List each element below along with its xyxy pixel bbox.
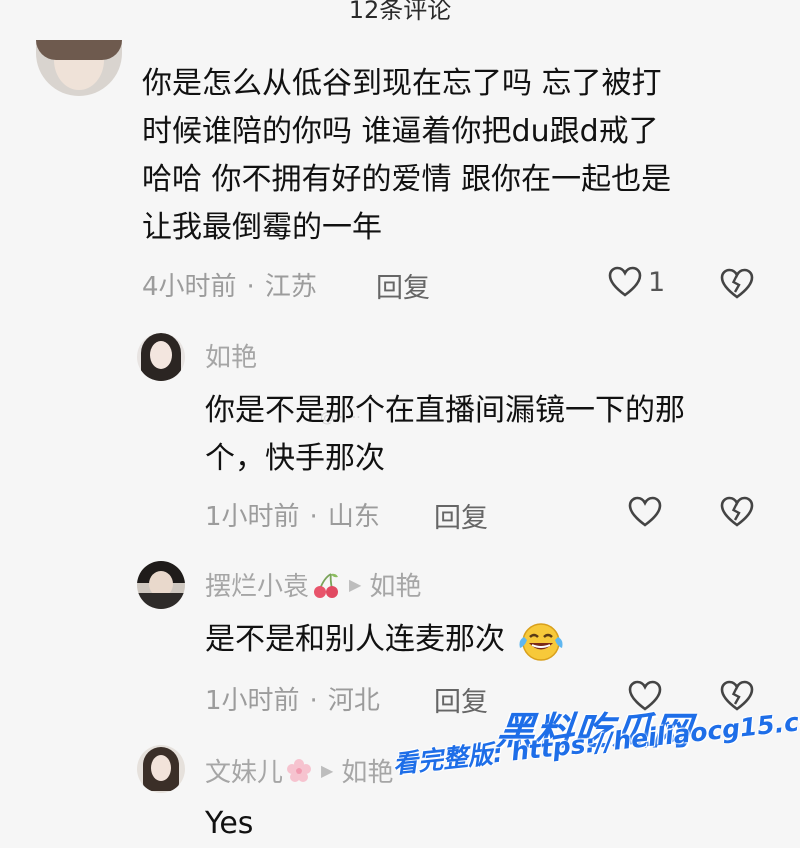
avatar[interactable] [137, 333, 185, 381]
avatar[interactable] [36, 40, 122, 96]
reply-text: Yes [205, 806, 254, 841]
reply-to-arrow-icon: ▶ [321, 761, 334, 780]
heart-outline-icon [608, 266, 642, 297]
reply-text: 你是不是那个在直播间漏镜一下的那 个，快手那次 [205, 387, 685, 483]
crying-laughing-emoji [519, 622, 563, 661]
reply-meta: 1小时前 · 山东 [205, 502, 380, 532]
reply-line: 你是不是那个在直播间漏镜一下的那 [205, 393, 685, 428]
avatar[interactable] [137, 745, 185, 793]
cherry-icon [314, 572, 339, 598]
reply-time: 1小时前 [205, 502, 300, 532]
heart-outline-icon[interactable] [628, 496, 662, 528]
reply-time: 1小时前 [205, 686, 300, 716]
reply-username[interactable]: 文妹儿 ▶ 如艳 [205, 752, 393, 789]
flower-icon [287, 758, 312, 782]
reply-to-username[interactable]: 如艳 [341, 752, 393, 789]
like-count: 1 [648, 266, 666, 298]
comment-location: 江苏 [264, 272, 317, 302]
reply-text: 是不是和别人连麦那次 [205, 616, 565, 664]
reply-meta: 1小时前 · 河北 [205, 686, 380, 716]
reply-location: 山东 [327, 502, 380, 532]
comment-text: 你是怎么从低谷到现在忘了吗 忘了被打 时候谁陪的你吗 谁逼着你把du跟d戒了 哈… [142, 60, 671, 252]
broken-heart-icon[interactable] [720, 496, 754, 528]
comment-line: 哈哈 你不拥有好的爱情 跟你在一起也是 [142, 162, 672, 197]
reply-button[interactable]: 回复 [434, 680, 488, 719]
reply-button[interactable]: 回复 [376, 266, 430, 305]
reply-username[interactable]: 如艳 [205, 337, 257, 374]
comments-count-title: 12条评论 [348, 0, 452, 24]
like-button[interactable]: 1 [608, 266, 665, 298]
reply-username[interactable]: 摆烂小袁 ▶ 如艳 [205, 566, 421, 603]
comment-line: 让我最倒霉的一年 [142, 210, 382, 245]
reply-location: 河北 [327, 686, 380, 716]
comment-line: 时候谁陪的你吗 谁逼着你把du跟d戒了 [142, 114, 659, 149]
reply-line: 个，快手那次 [205, 441, 385, 476]
comment-meta: 4小时前 · 江苏 [142, 272, 317, 302]
avatar[interactable] [137, 561, 185, 609]
comment-line: 你是怎么从低谷到现在忘了吗 忘了被打 [142, 66, 662, 101]
reply-button[interactable]: 回复 [434, 496, 488, 535]
comment-time: 4小时前 [142, 272, 237, 302]
reply-to-username[interactable]: 如艳 [369, 566, 421, 603]
broken-heart-icon[interactable] [720, 268, 754, 300]
reply-to-arrow-icon: ▶ [349, 575, 362, 594]
